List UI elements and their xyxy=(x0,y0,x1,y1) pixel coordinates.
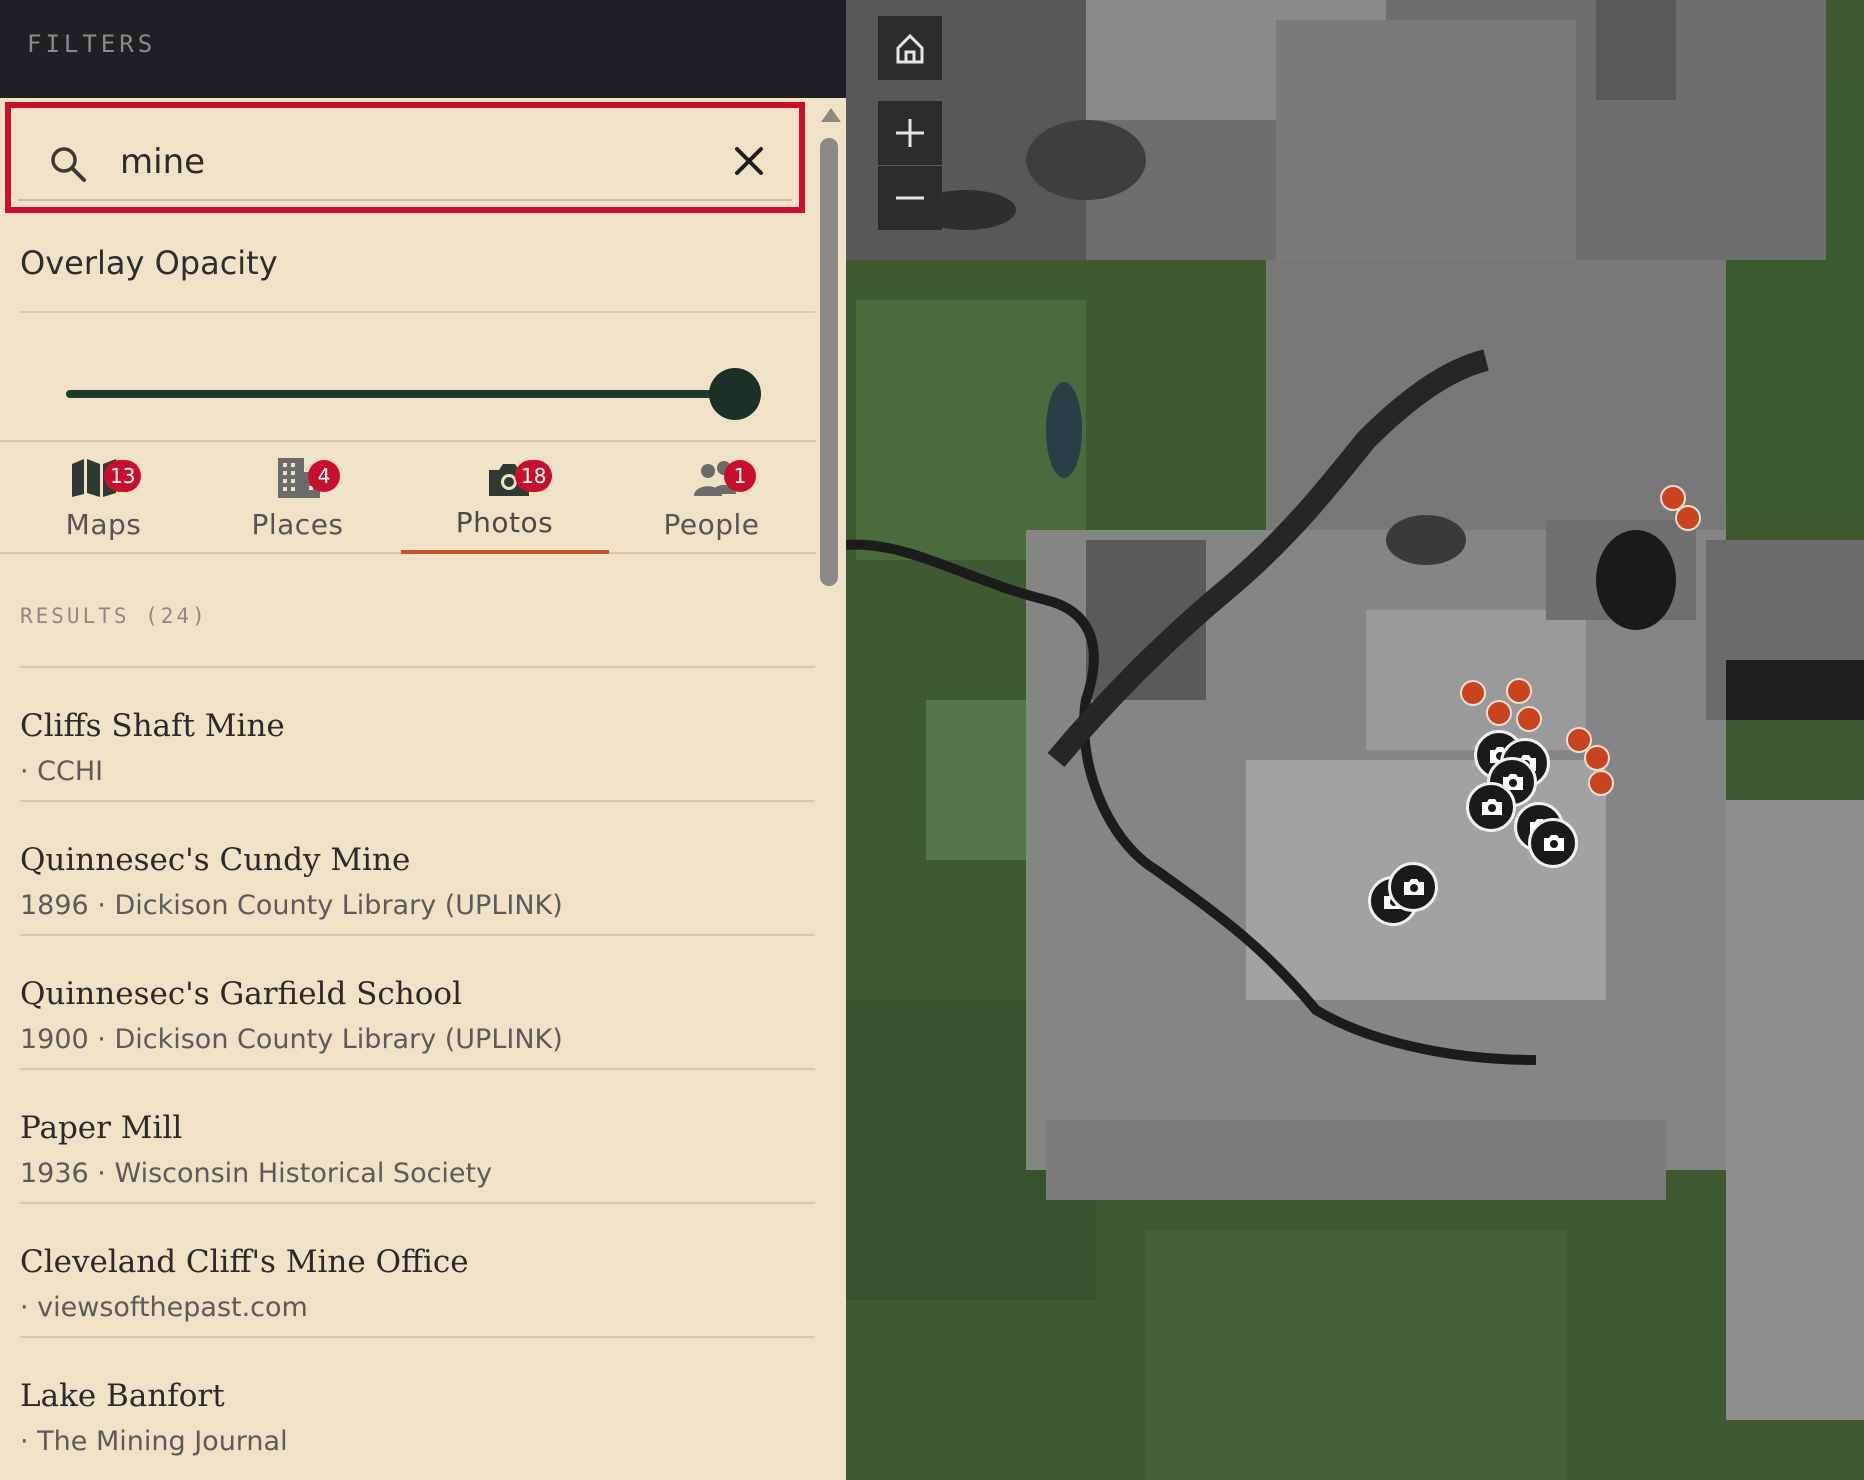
divider xyxy=(20,311,815,313)
search-icon xyxy=(51,147,86,182)
overlay-opacity-label: Overlay Opacity xyxy=(20,244,278,282)
list-item[interactable]: Cleveland Cliff's Mine Office · viewsoft… xyxy=(20,1202,815,1336)
result-meta: 1896 · Dickison County Library (UPLINK) xyxy=(20,890,563,921)
zoom-in-button[interactable] xyxy=(878,101,942,165)
maps-count-badge: 13 xyxy=(104,460,142,492)
place-marker[interactable] xyxy=(1584,745,1610,771)
list-item[interactable]: Quinnesec's Garfield School 1900 · Dicki… xyxy=(20,934,815,1068)
result-meta: · viewsofthepast.com xyxy=(20,1292,308,1323)
camera-icon xyxy=(1544,835,1564,851)
tab-maps[interactable]: 13 Maps xyxy=(0,442,207,554)
result-title: Lake Banfort xyxy=(20,1378,225,1414)
result-title: Cleveland Cliff's Mine Office xyxy=(20,1244,469,1280)
tab-maps-label: Maps xyxy=(65,508,142,541)
camera-icon xyxy=(1404,879,1424,895)
tab-people-label: People xyxy=(663,508,760,541)
camera-icon xyxy=(1482,799,1502,815)
filters-header: FILTERS xyxy=(0,0,846,98)
tab-places-label: Places xyxy=(251,508,344,541)
list-item[interactable]: Cliffs Shaft Mine · CCHI xyxy=(20,666,815,800)
zoom-out-button[interactable] xyxy=(878,166,942,230)
result-meta: · CCHI xyxy=(20,756,104,787)
tab-photos[interactable]: 18 Photos xyxy=(401,442,609,554)
result-meta: · The Mining Journal xyxy=(20,1426,288,1457)
home-button[interactable] xyxy=(878,16,942,80)
map-view[interactable] xyxy=(846,0,1864,1480)
opacity-slider-handle[interactable] xyxy=(709,368,761,420)
result-title: Quinnesec's Garfield School xyxy=(20,976,462,1012)
scroll-up-arrow-icon[interactable] xyxy=(821,108,841,122)
opacity-slider-track[interactable] xyxy=(66,390,736,398)
place-marker[interactable] xyxy=(1516,706,1542,732)
result-meta: 1900 · Dickison County Library (UPLINK) xyxy=(20,1024,563,1055)
results-list: Cliffs Shaft Mine · CCHI Quinnesec's Cun… xyxy=(20,666,815,1470)
close-icon[interactable] xyxy=(732,144,766,178)
result-meta: 1936 · Wisconsin Historical Society xyxy=(20,1158,493,1189)
search-field-container xyxy=(18,114,792,201)
place-marker[interactable] xyxy=(1675,505,1701,531)
home-icon xyxy=(896,33,924,64)
tab-photos-label: Photos xyxy=(455,506,554,539)
photo-marker[interactable] xyxy=(1528,818,1578,868)
search-input[interactable] xyxy=(120,136,680,188)
satellite-basemap xyxy=(846,0,1864,1480)
list-item[interactable]: Lake Banfort · The Mining Journal xyxy=(20,1336,815,1470)
tab-people[interactable]: 1 People xyxy=(608,442,815,554)
photos-count-badge: 18 xyxy=(515,460,553,492)
photo-marker[interactable] xyxy=(1466,782,1516,832)
tab-places[interactable]: 4 Places xyxy=(194,442,401,554)
result-title: Cliffs Shaft Mine xyxy=(20,708,285,744)
places-count-badge: 4 xyxy=(308,460,340,492)
place-marker[interactable] xyxy=(1588,770,1614,796)
results-header: RESULTS (24) xyxy=(20,604,208,628)
search-box xyxy=(5,102,805,213)
zoom-out-icon xyxy=(896,196,924,200)
content-tabs: 13 Maps 4 Places 18 Photos 1 People xyxy=(0,440,816,554)
place-marker[interactable] xyxy=(1460,680,1486,706)
list-item[interactable]: Quinnesec's Cundy Mine 1896 · Dickison C… xyxy=(20,800,815,934)
filters-title: FILTERS xyxy=(27,30,157,58)
active-tab-indicator xyxy=(401,550,609,554)
people-count-badge: 1 xyxy=(724,460,756,492)
photo-marker[interactable] xyxy=(1388,862,1438,912)
list-item[interactable]: Paper Mill 1936 · Wisconsin Historical S… xyxy=(20,1068,815,1202)
scrollbar-thumb[interactable] xyxy=(820,138,838,586)
result-title: Paper Mill xyxy=(20,1110,183,1146)
zoom-in-icon xyxy=(896,119,924,147)
place-marker[interactable] xyxy=(1486,700,1512,726)
filters-sidebar: FILTERS Overlay Opacity 13 xyxy=(0,0,846,1480)
place-marker[interactable] xyxy=(1506,678,1532,704)
result-title: Quinnesec's Cundy Mine xyxy=(20,842,411,878)
